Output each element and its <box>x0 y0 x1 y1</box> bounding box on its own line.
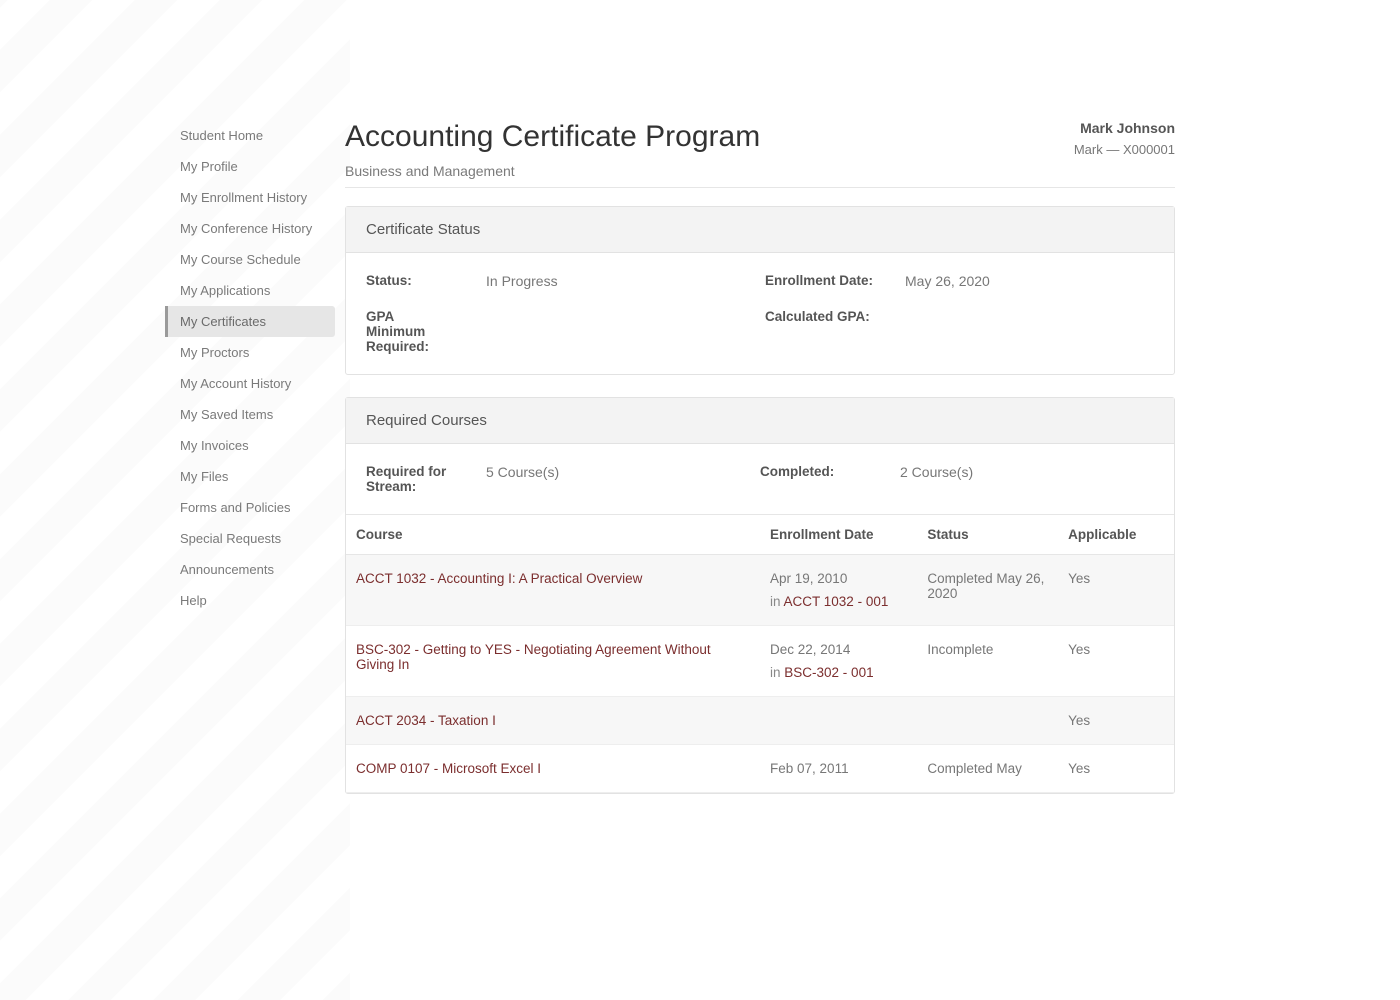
enroll-cell: Feb 07, 2011 <box>760 745 917 793</box>
courses-table: Course Enrollment Date Status Applicable… <box>346 514 1174 793</box>
sidebar-item[interactable]: My Proctors <box>180 337 335 368</box>
completed-label: Completed: <box>760 464 880 494</box>
sidebar-item[interactable]: My Files <box>180 461 335 492</box>
section-link[interactable]: BSC-302 - 001 <box>784 665 873 680</box>
applicable-cell: Yes <box>1058 626 1174 697</box>
status-value: In Progress <box>486 273 735 289</box>
table-row: ACCT 2034 - Taxation I Yes <box>346 697 1174 745</box>
course-link[interactable]: ACCT 1032 - Accounting I: A Practical Ov… <box>356 571 642 586</box>
col-enroll: Enrollment Date <box>760 515 917 555</box>
status-cell: Completed May <box>917 745 1058 793</box>
sidebar-item[interactable]: My Profile <box>180 151 335 182</box>
page-subtitle: Business and Management <box>345 163 1175 188</box>
enroll-cell: Apr 19, 2010in ACCT 1032 - 001 <box>760 555 917 626</box>
course-link[interactable]: COMP 0107 - Microsoft Excel I <box>356 761 541 776</box>
col-applicable: Applicable <box>1058 515 1174 555</box>
page-title: Accounting Certificate Program <box>345 120 760 154</box>
col-status: Status <box>917 515 1058 555</box>
calc-gpa-value <box>905 309 1154 354</box>
sidebar-item[interactable]: My Enrollment History <box>180 182 335 213</box>
sidebar-nav: Student HomeMy ProfileMy Enrollment Hist… <box>160 120 335 816</box>
status-cell: Completed May 26, 2020 <box>917 555 1058 626</box>
status-cell <box>917 697 1058 745</box>
enroll-date-value: May 26, 2020 <box>905 273 1154 289</box>
completed-value: 2 Course(s) <box>900 464 1154 494</box>
panel-header: Required Courses <box>346 398 1174 444</box>
course-link[interactable]: BSC-302 - Getting to YES - Negotiating A… <box>356 642 711 672</box>
required-label: Required for Stream: <box>366 464 466 494</box>
sidebar-item[interactable]: Forms and Policies <box>180 492 335 523</box>
applicable-cell: Yes <box>1058 555 1174 626</box>
enroll-cell <box>760 697 917 745</box>
applicable-cell: Yes <box>1058 745 1174 793</box>
enroll-cell: Dec 22, 2014in BSC-302 - 001 <box>760 626 917 697</box>
sidebar-item[interactable]: My Applications <box>180 275 335 306</box>
panel-header: Certificate Status <box>346 207 1174 253</box>
sidebar-item[interactable]: My Account History <box>180 368 335 399</box>
table-header-row: Course Enrollment Date Status Applicable <box>346 515 1174 555</box>
applicable-cell: Yes <box>1058 697 1174 745</box>
status-label: Status: <box>366 273 456 289</box>
calc-gpa-label: Calculated GPA: <box>765 309 875 354</box>
gpa-min-label: GPA Minimum Required: <box>366 309 456 354</box>
section-link[interactable]: ACCT 1032 - 001 <box>784 594 889 609</box>
table-row: COMP 0107 - Microsoft Excel I Feb 07, 201… <box>346 745 1174 793</box>
sidebar-item[interactable]: Help <box>180 585 335 616</box>
sidebar-item[interactable]: My Certificates <box>165 306 335 337</box>
table-row: BSC-302 - Getting to YES - Negotiating A… <box>346 626 1174 697</box>
table-row: ACCT 1032 - Accounting I: A Practical Ov… <box>346 555 1174 626</box>
required-courses-panel: Required Courses Required for Stream: 5 … <box>345 397 1175 794</box>
sidebar-item[interactable]: Special Requests <box>180 523 335 554</box>
sidebar-item[interactable]: My Saved Items <box>180 399 335 430</box>
user-block: Mark Johnson Mark — X000001 <box>1074 120 1175 157</box>
sidebar-item[interactable]: My Course Schedule <box>180 244 335 275</box>
sidebar-item[interactable]: Announcements <box>180 554 335 585</box>
status-cell: Incomplete <box>917 626 1058 697</box>
certificate-status-panel: Certificate Status Status: In Progress E… <box>345 206 1175 375</box>
sidebar-item[interactable]: My Conference History <box>180 213 335 244</box>
course-link[interactable]: ACCT 2034 - Taxation I <box>356 713 496 728</box>
sidebar-item[interactable]: My Invoices <box>180 430 335 461</box>
gpa-min-value <box>486 309 735 354</box>
col-course: Course <box>346 515 760 555</box>
user-id: Mark — X000001 <box>1074 142 1175 157</box>
main-content: Accounting Certificate Program Mark John… <box>335 120 1235 816</box>
required-value: 5 Course(s) <box>486 464 740 494</box>
enroll-date-label: Enrollment Date: <box>765 273 875 289</box>
sidebar-item[interactable]: Student Home <box>180 120 335 151</box>
user-name: Mark Johnson <box>1074 120 1175 136</box>
